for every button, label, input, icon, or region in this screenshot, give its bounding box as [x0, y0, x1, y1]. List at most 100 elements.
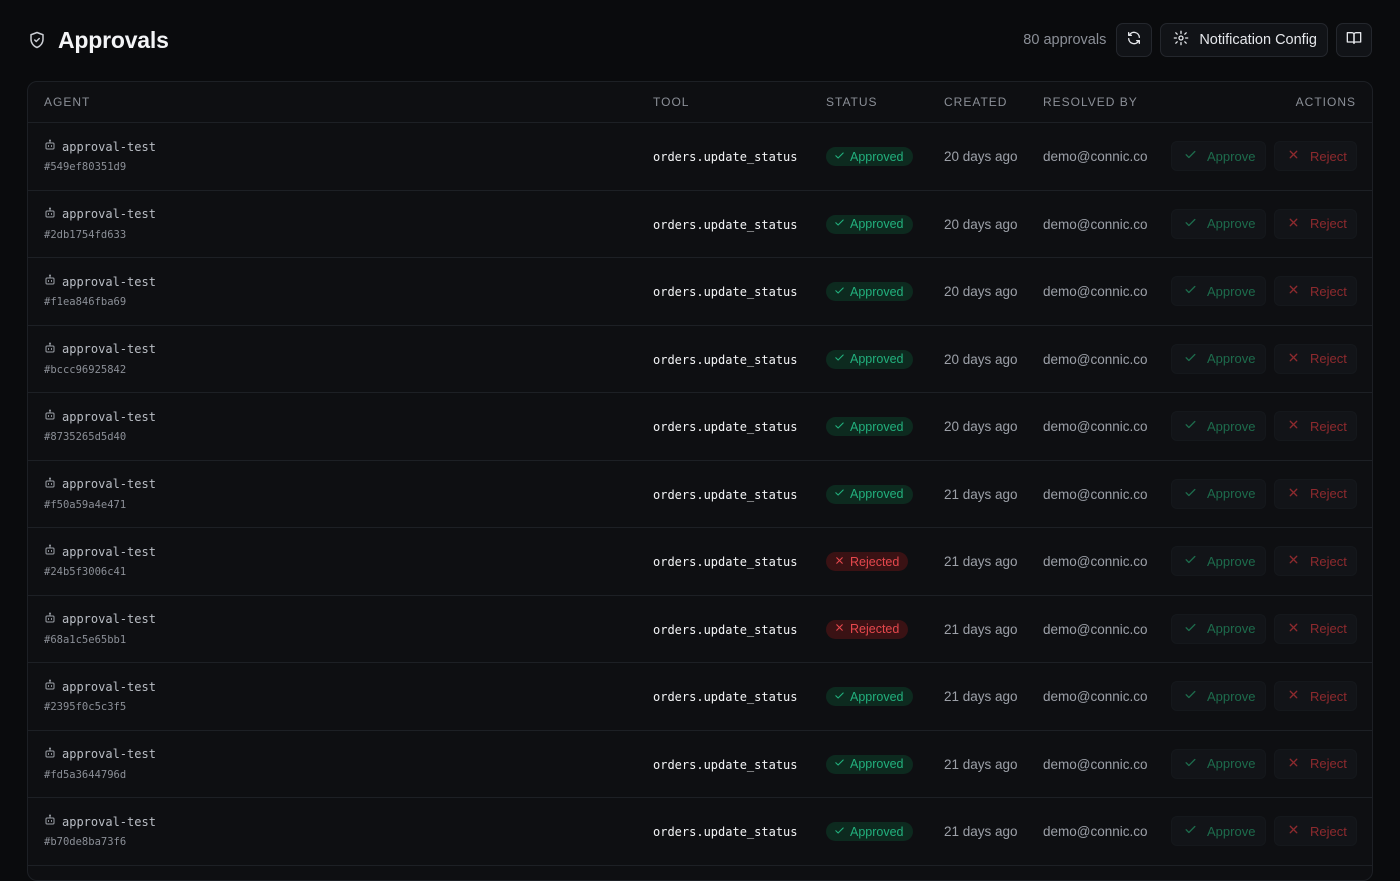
- bot-icon: [44, 544, 56, 559]
- tool-name: orders.update_status: [653, 487, 798, 502]
- bot-icon: [44, 814, 56, 829]
- x-icon: [1287, 688, 1300, 704]
- agent-name: approval-test: [62, 814, 156, 829]
- table-row: approval-test #2db1754fd633 orders.update_…: [28, 191, 1372, 258]
- approve-label: Approve: [1207, 216, 1256, 231]
- reject-label: Reject: [1310, 351, 1347, 366]
- reject-label: Reject: [1310, 418, 1347, 434]
- status-badge: Approved: [826, 282, 913, 301]
- table-body: approval-test #549ef80351d9 orders.update_…: [28, 123, 1372, 866]
- reject-button[interactable]: Reject: [1274, 276, 1357, 306]
- table-header: Agent Tool Status Created Resolved by Ac…: [28, 82, 1372, 123]
- created-time: 21 days ago: [944, 689, 1018, 704]
- approve-button[interactable]: Approve: [1171, 613, 1266, 644]
- check-icon: [834, 757, 845, 771]
- status-badge: Approved: [826, 349, 913, 369]
- bot-icon: [44, 409, 56, 424]
- created-time: 20 days ago: [944, 216, 1018, 232]
- x-icon: [1287, 351, 1300, 367]
- status-label: Approved: [850, 487, 904, 501]
- bot-icon: [44, 342, 56, 357]
- column-actions: Actions: [1295, 95, 1356, 109]
- column-agent: Agent: [44, 95, 91, 109]
- x-icon: [834, 622, 845, 636]
- status-label: Rejected: [850, 554, 900, 569]
- tool-name: orders.update_status: [653, 757, 798, 772]
- approve-button[interactable]: Approve: [1171, 343, 1266, 374]
- reject-label: Reject: [1310, 688, 1347, 704]
- notification-config-button[interactable]: Notification Config: [1160, 23, 1328, 57]
- agent-name: approval-test: [62, 544, 156, 559]
- agent-name: approval-test: [62, 274, 156, 289]
- approval-id: #fd5a3644796d: [44, 768, 127, 781]
- approve-button[interactable]: Approve: [1171, 411, 1266, 441]
- status-badge: Approved: [826, 484, 913, 504]
- check-icon: [834, 487, 845, 501]
- resolved-by: demo@connic.co: [1043, 284, 1148, 299]
- check-icon: [1184, 351, 1197, 367]
- status-label: Approved: [850, 149, 904, 164]
- reject-button[interactable]: Reject: [1274, 681, 1357, 711]
- approvals-table: Agent Tool Status Created Resolved by Ac…: [27, 81, 1373, 881]
- reject-button[interactable]: Reject: [1274, 411, 1357, 441]
- agent-cell: approval-test: [44, 544, 156, 559]
- table-row: approval-test #8735265d5d40 orders.update_…: [28, 393, 1372, 461]
- x-icon: [1287, 283, 1300, 299]
- bot-icon: [44, 477, 56, 492]
- approval-id: #8735265d5d40: [44, 431, 127, 443]
- tool-name: orders.update_status: [653, 622, 798, 637]
- approve-button[interactable]: Approve: [1171, 208, 1266, 239]
- page-header: Approvals 80 approvals Notification Conf…: [28, 20, 1372, 60]
- bot-icon: [44, 679, 56, 694]
- status-label: Approved: [850, 689, 904, 704]
- reject-button[interactable]: Reject: [1274, 478, 1357, 509]
- approval-id: #2395f0c5c3f5: [44, 701, 127, 713]
- approval-id: #549ef80351d9: [44, 161, 127, 173]
- approval-id: #f50a59a4e471: [44, 498, 127, 511]
- check-icon: [1184, 621, 1197, 637]
- status-label: Rejected: [850, 622, 900, 636]
- table-row: approval-test #549ef80351d9 orders.update_…: [28, 123, 1372, 191]
- bot-icon: [44, 139, 56, 154]
- resolved-by: demo@connic.co: [1043, 554, 1148, 569]
- approve-button[interactable]: Approve: [1171, 681, 1266, 711]
- approve-label: Approve: [1207, 688, 1256, 704]
- check-icon: [834, 352, 845, 366]
- agent-cell: approval-test: [44, 139, 156, 154]
- reject-button[interactable]: Reject: [1274, 208, 1357, 239]
- resolved-by: demo@connic.co: [1043, 486, 1148, 502]
- check-icon: [1184, 553, 1197, 569]
- approve-button[interactable]: Approve: [1171, 748, 1266, 779]
- agent-cell: approval-test: [44, 207, 156, 222]
- x-icon: [1287, 216, 1300, 232]
- bot-icon: [44, 747, 56, 762]
- approve-button[interactable]: Approve: [1171, 546, 1266, 576]
- approve-label: Approve: [1207, 351, 1256, 366]
- reject-button[interactable]: Reject: [1274, 546, 1357, 576]
- table-row: approval-test #24b5f3006c41 orders.update_…: [28, 528, 1372, 596]
- approve-label: Approve: [1207, 418, 1256, 434]
- resolved-by: demo@connic.co: [1043, 689, 1148, 704]
- check-icon: [1184, 148, 1197, 164]
- approve-button[interactable]: Approve: [1171, 276, 1266, 306]
- reject-button[interactable]: Reject: [1274, 613, 1357, 644]
- check-icon: [1184, 688, 1197, 704]
- reject-button[interactable]: Reject: [1274, 748, 1357, 779]
- reject-button[interactable]: Reject: [1274, 343, 1357, 374]
- approval-id: #68a1c5e65bb1: [44, 633, 127, 646]
- resolved-by: demo@connic.co: [1043, 824, 1148, 839]
- column-resolved-by: Resolved by: [1043, 95, 1138, 109]
- reject-button[interactable]: Reject: [1274, 141, 1357, 171]
- reject-button[interactable]: Reject: [1274, 816, 1357, 846]
- tool-name: orders.update_status: [653, 690, 798, 704]
- approve-button[interactable]: Approve: [1171, 478, 1266, 509]
- column-tool: Tool: [653, 95, 690, 109]
- table-row: approval-test #b70de8ba73f6 orders.update_…: [28, 798, 1372, 866]
- created-time: 21 days ago: [944, 621, 1018, 637]
- approve-button[interactable]: Approve: [1171, 141, 1266, 171]
- check-icon: [834, 217, 845, 231]
- approve-button[interactable]: Approve: [1171, 816, 1266, 846]
- approval-id: #f1ea846fba69: [44, 296, 127, 308]
- docs-button[interactable]: [1336, 23, 1372, 57]
- refresh-button[interactable]: [1116, 23, 1153, 57]
